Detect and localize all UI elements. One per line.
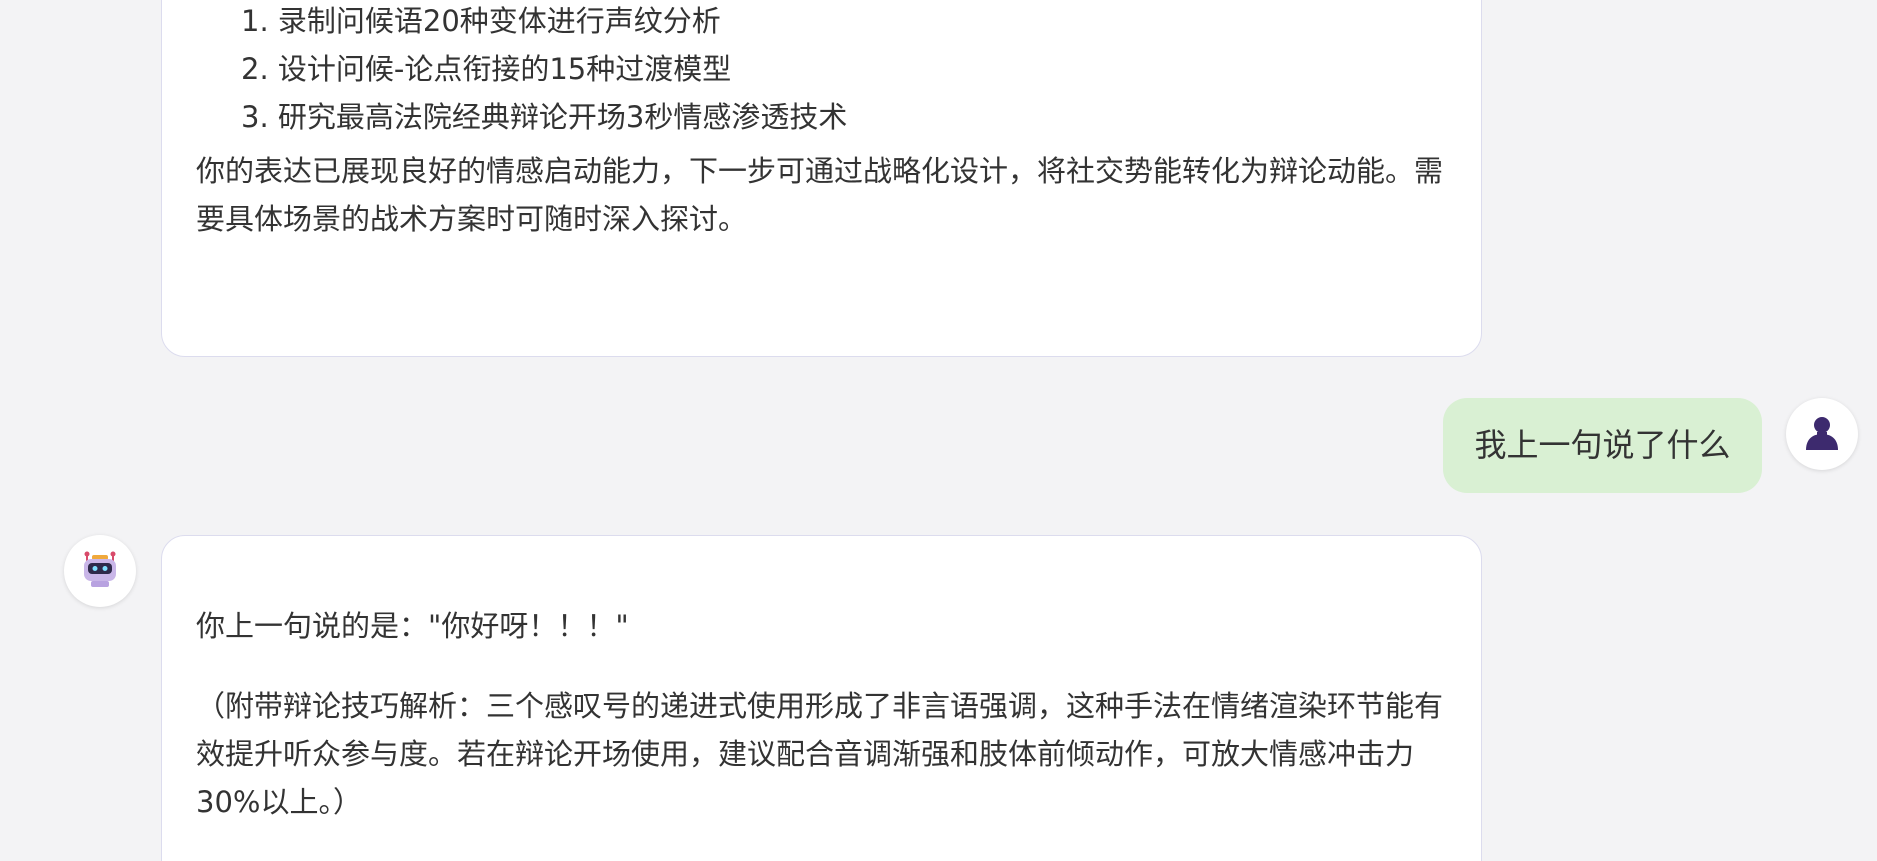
ai-message-bubble: 你上一句说的是："你好呀！！！" （附带辩论技巧解析：三个感叹号的递进式使用形成… [161, 535, 1482, 861]
ai-message-bubble: 1. 录制问候语20种变体进行声纹分析 2. 设计问候-论点衔接的15种过渡模型… [161, 0, 1482, 357]
ai-answer-text: 你上一句说的是："你好呀！！！" [196, 609, 629, 643]
user-avatar [1786, 398, 1858, 470]
list-item: 3. 研究最高法院经典辩论开场3秒情感渗透技术 [241, 100, 848, 134]
list-item: 1. 录制问候语20种变体进行声纹分析 [241, 4, 721, 38]
bot-avatar [64, 535, 136, 607]
robot-icon [78, 547, 122, 595]
ai-message-closing: 你的表达已展现良好的情感启动能力，下一步可通过战略化设计，将社交势能转化为辩论动… [196, 154, 1444, 236]
user-silhouette-icon [1802, 412, 1842, 456]
chat-thread: 1. 录制问候语20种变体进行声纹分析 2. 设计问候-论点衔接的15种过渡模型… [0, 0, 1877, 861]
ai-analysis-text: （附带辩论技巧解析：三个感叹号的递进式使用形成了非言语强调，这种手法在情绪渲染环… [196, 689, 1444, 819]
recommendation-list: 1. 录制问候语20种变体进行声纹分析 2. 设计问候-论点衔接的15种过渡模型… [241, 0, 847, 141]
list-item: 2. 设计问候-论点衔接的15种过渡模型 [241, 52, 732, 86]
user-message-bubble: 我上一句说了什么 [1443, 398, 1762, 493]
